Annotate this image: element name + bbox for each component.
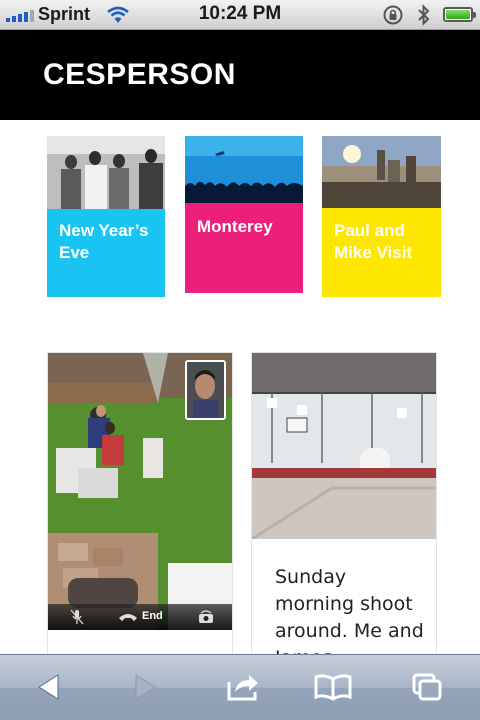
post-card-shoot-around[interactable]: Sunday morning shoot around. Me and Jame… bbox=[251, 352, 437, 662]
album-label: New Year’s Eve bbox=[59, 221, 149, 262]
site-title[interactable]: CESPERSON bbox=[43, 58, 236, 92]
gym-photo-image bbox=[252, 353, 436, 539]
bluetooth-icon bbox=[418, 4, 430, 26]
forward-button[interactable] bbox=[120, 667, 170, 707]
post-text: Sunday morning shoot around. Me and Jame… bbox=[275, 566, 424, 661]
album-label: Paul and Mike Visit bbox=[334, 221, 413, 262]
battery-icon bbox=[443, 7, 476, 22]
phone-hangup-icon bbox=[119, 614, 137, 621]
tabs-button[interactable] bbox=[402, 667, 452, 707]
facetime-call-bar: End bbox=[48, 604, 232, 630]
status-time: 10:24 PM bbox=[198, 3, 282, 24]
album-tile-paul-and-mike-visit[interactable]: Paul and Mike Visit bbox=[322, 136, 441, 297]
facetime-self-view bbox=[185, 360, 226, 420]
city-photo-image bbox=[322, 136, 441, 208]
browser-toolbar bbox=[0, 654, 480, 720]
album-label: Monterey bbox=[197, 217, 273, 236]
album-photo bbox=[47, 136, 165, 209]
post-card-facetime[interactable]: End bbox=[47, 352, 233, 662]
forward-icon bbox=[135, 674, 156, 700]
site-header: CESPERSON bbox=[0, 30, 480, 120]
share-icon bbox=[227, 675, 258, 701]
end-call-button: End bbox=[118, 610, 168, 624]
rotation-lock-icon bbox=[383, 5, 403, 25]
tabs-icon bbox=[412, 673, 442, 701]
bookmarks-icon bbox=[314, 674, 352, 701]
album-tile-monterey[interactable]: Monterey bbox=[185, 136, 303, 293]
phone-screen: Sprint 10:24 PM CESPERSON New Year’s Eve… bbox=[0, 0, 480, 720]
facetime-screenshot-image: End bbox=[48, 353, 232, 630]
bookmarks-button[interactable] bbox=[308, 667, 358, 707]
share-button[interactable] bbox=[218, 667, 268, 707]
status-bar: Sprint 10:24 PM bbox=[0, 0, 480, 30]
album-tile-new-years-eve[interactable]: New Year’s Eve bbox=[47, 136, 165, 297]
microphone-mute-icon bbox=[70, 609, 84, 625]
album-photo bbox=[322, 136, 441, 208]
party-photo-image bbox=[47, 136, 165, 209]
album-photo bbox=[185, 136, 303, 203]
back-icon bbox=[38, 674, 59, 700]
aquarium-photo-image bbox=[185, 136, 303, 203]
camera-flip-icon bbox=[199, 610, 213, 623]
end-call-label: End bbox=[142, 610, 163, 622]
back-button[interactable] bbox=[24, 667, 74, 707]
